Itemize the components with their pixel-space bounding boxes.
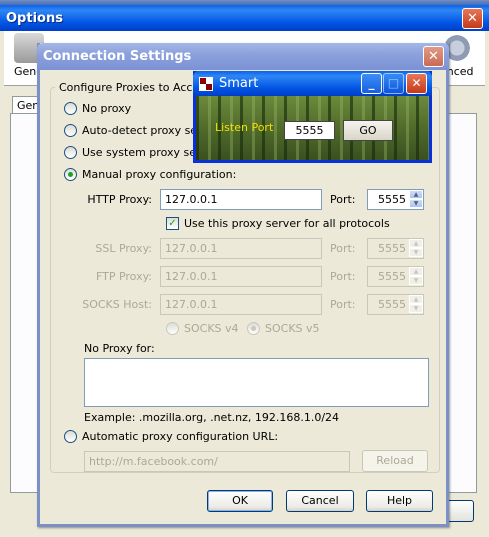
go-button[interactable]: GO <box>343 120 393 141</box>
radio-no-proxy-dot[interactable] <box>64 102 77 115</box>
radio-socks-v5-label: SOCKS v5 <box>265 322 320 335</box>
no-proxy-example: Example: .mozilla.org, .net.nz, 192.168.… <box>84 411 340 424</box>
maximize-button[interactable]: □ <box>383 73 404 94</box>
help-button[interactable]: Help <box>366 490 433 512</box>
smart-title: Smart <box>219 76 259 91</box>
spin-down-icon[interactable]: ▼ <box>409 304 423 313</box>
options-title: Options <box>6 11 63 26</box>
proxy-group-legend: Configure Proxies to Access <box>55 81 215 94</box>
smart-app-icon <box>199 77 213 91</box>
radio-no-proxy[interactable]: No proxy <box>64 102 131 115</box>
use-for-all-label: Use this proxy server for all protocols <box>184 217 390 230</box>
radio-no-proxy-label: No proxy <box>82 102 132 115</box>
connection-settings-titlebar: Connection Settings ✕ <box>37 43 449 70</box>
ssl-proxy-input[interactable]: 127.0.0.1 <box>160 238 322 259</box>
radio-system-proxy[interactable]: Use system proxy settir <box>64 146 212 159</box>
desktop: Options ✕ Gene anced Gene C C C Y C Y T <box>0 0 489 537</box>
ssl-proxy-label: SSL Proxy: <box>95 242 152 255</box>
http-proxy-input[interactable]: 127.0.0.1 <box>160 189 322 210</box>
reload-button[interactable]: Reload <box>362 450 428 472</box>
socks-port-stepper[interactable]: 5555 ▲ ▼ <box>367 294 424 315</box>
smart-close-button[interactable]: ✕ <box>406 73 427 94</box>
radio-socks-v5-dot[interactable] <box>247 322 260 335</box>
spin-up-icon[interactable]: ▲ <box>409 295 423 304</box>
radio-auto-detect-dot[interactable] <box>64 124 77 137</box>
no-proxy-for-label: No Proxy for: <box>84 342 155 355</box>
auto-url-input[interactable]: http://m.facebook.com/ <box>84 451 350 472</box>
options-titlebar: Options ✕ <box>0 5 489 31</box>
socks-host-label: SOCKS Host: <box>82 298 152 311</box>
socks-host-input[interactable]: 127.0.0.1 <box>160 294 322 315</box>
listen-port-input[interactable]: 5555 <box>284 121 335 140</box>
smart-titlebar: Smart _ □ ✕ <box>193 71 432 96</box>
ftp-proxy-label: FTP Proxy: <box>95 270 152 283</box>
smart-window: Smart _ □ ✕ Listen Port 5555 GO <box>193 71 432 163</box>
ssl-port-label: Port: <box>330 242 356 255</box>
ftp-port-label: Port: <box>330 270 356 283</box>
spin-down-icon[interactable]: ▼ <box>409 276 423 285</box>
ftp-port-stepper[interactable]: 5555 ▲ ▼ <box>367 266 424 287</box>
socks-port-value: 5555 <box>378 298 406 311</box>
ok-button[interactable]: OK <box>207 490 273 512</box>
spin-down-icon[interactable]: ▼ <box>409 248 423 257</box>
http-port-value: 5555 <box>378 193 406 206</box>
minimize-button[interactable]: _ <box>361 73 382 94</box>
connection-settings-close-button[interactable]: ✕ <box>423 46 444 67</box>
radio-socks-v4-label: SOCKS v4 <box>184 322 239 335</box>
ftp-proxy-input[interactable]: 127.0.0.1 <box>160 266 322 287</box>
http-proxy-label: HTTP Proxy: <box>87 193 152 206</box>
listen-port-label: Listen Port <box>215 121 274 134</box>
no-proxy-for-textarea[interactable] <box>84 358 429 407</box>
radio-socks-v5[interactable]: SOCKS v5 <box>247 322 320 335</box>
spin-down-icon[interactable]: ▼ <box>409 199 423 208</box>
socks-port-label: Port: <box>330 298 356 311</box>
radio-system-proxy-dot[interactable] <box>64 146 77 159</box>
radio-manual-dot[interactable] <box>64 168 77 181</box>
http-port-stepper[interactable]: 5555 ▲ ▼ <box>367 189 424 210</box>
spin-up-icon[interactable]: ▲ <box>409 190 423 199</box>
radio-auto-url-dot[interactable] <box>64 430 77 443</box>
cancel-button[interactable]: Cancel <box>286 490 354 512</box>
connection-settings-title: Connection Settings <box>43 49 192 64</box>
radio-manual-label: Manual proxy configuration: <box>82 168 237 181</box>
radio-auto-url[interactable]: Automatic proxy configuration URL: <box>64 430 278 443</box>
radio-auto-detect-label: Auto-detect proxy setti <box>82 124 209 137</box>
spin-up-icon[interactable]: ▲ <box>409 239 423 248</box>
radio-manual[interactable]: Manual proxy configuration: <box>64 168 236 181</box>
use-for-all-checkbox[interactable]: ✓ <box>166 217 179 230</box>
radio-socks-v4[interactable]: SOCKS v4 <box>166 322 239 335</box>
ftp-port-value: 5555 <box>378 270 406 283</box>
http-port-label: Port: <box>330 193 356 206</box>
smart-body-background: Listen Port 5555 GO <box>196 96 429 160</box>
radio-auto-detect[interactable]: Auto-detect proxy setti <box>64 124 209 137</box>
radio-socks-v4-dot[interactable] <box>166 322 179 335</box>
ssl-port-stepper[interactable]: 5555 ▲ ▼ <box>367 238 424 259</box>
radio-auto-url-label: Automatic proxy configuration URL: <box>82 430 279 443</box>
options-close-button[interactable]: ✕ <box>462 8 483 29</box>
spin-up-icon[interactable]: ▲ <box>409 267 423 276</box>
ssl-port-value: 5555 <box>378 242 406 255</box>
